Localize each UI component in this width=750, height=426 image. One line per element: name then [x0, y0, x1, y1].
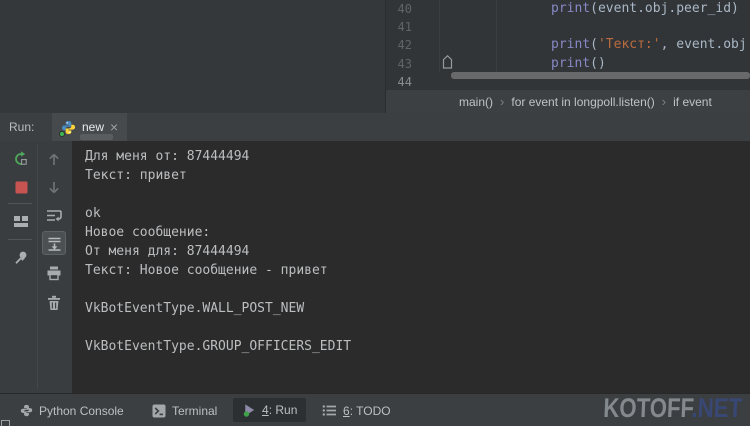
breadcrumb-item[interactable]: main(): [459, 95, 493, 109]
toolwindow-switcher-icon[interactable]: [1, 420, 10, 426]
breadcrumb-item[interactable]: for event in longpoll.listen(): [511, 95, 654, 109]
code-line[interactable]: 41: [386, 18, 750, 36]
chevron-right-icon: ›: [500, 94, 504, 109]
run-toolwindow-title: Run:: [9, 113, 34, 141]
splitter-handle[interactable]: [80, 134, 113, 140]
statusbar-label: Terminal: [172, 404, 217, 418]
indent-guide: [439, 0, 440, 72]
watermark-text-blue: .NET: [691, 393, 743, 423]
console-output-line: [85, 185, 750, 204]
indent-guide: [496, 0, 497, 72]
run-toolbar: [0, 141, 72, 393]
statusbar-python-console-button[interactable]: Python Console: [20, 394, 124, 426]
breadcrumb[interactable]: main() › for event in longpoll.listen() › if…: [386, 90, 750, 113]
line-number: 44: [386, 73, 412, 90]
restore-layout-icon[interactable]: [11, 211, 31, 231]
console-output-line: ok: [85, 204, 750, 223]
run-tab-title: new: [82, 120, 104, 134]
close-icon[interactable]: ×: [110, 120, 118, 134]
console-output-line: VkBotEventType.WALL_POST_NEW: [85, 299, 750, 318]
line-number: 42: [386, 36, 412, 54]
line-number: 43: [386, 55, 412, 73]
code-text: print(event.obj.peer_id): [412, 0, 739, 18]
statusbar-todo-button[interactable]: 6: TODO: [322, 394, 391, 426]
terminal-icon: [152, 404, 166, 418]
statusbar-run-button[interactable]: 4: Run: [233, 398, 306, 422]
line-number: 40: [386, 0, 412, 18]
editor-stack: 40print(event.obj.peer_id)4142print('Тек…: [386, 0, 750, 113]
chevron-right-icon: ›: [662, 94, 666, 109]
print-icon[interactable]: [44, 263, 64, 283]
statusbar-label: 6: TODO: [343, 404, 391, 418]
line-number: 41: [386, 18, 412, 36]
console-output-line: Текст: Новое сообщение - привет: [85, 261, 750, 280]
console-output-line: [85, 318, 750, 337]
console-output-line: Новое сообщение:: [85, 223, 750, 242]
pin-icon[interactable]: [11, 247, 31, 267]
pycharm-window: 40print(event.obj.peer_id)4142print('Тек…: [0, 0, 750, 426]
stop-icon[interactable]: [11, 177, 31, 197]
toolbar-separator: [8, 203, 32, 204]
up-arrow-icon[interactable]: [44, 149, 64, 169]
run-toolwindow-body: Для меня от: 87444494Текст: привет okНов…: [0, 141, 750, 393]
python-console-icon: [20, 404, 33, 417]
code-line[interactable]: 40print(event.obj.peer_id): [386, 0, 750, 18]
running-indicator-dot: [59, 131, 65, 137]
bookmark-icon[interactable]: [441, 54, 454, 69]
kotoff-watermark: KOTOFF.NET: [603, 393, 743, 424]
code-text: print('Текст:', event.obj: [412, 36, 747, 54]
console-output-line: Для меня от: 87444494: [85, 147, 750, 166]
todo-list-icon: [322, 404, 337, 417]
run-toolwindow-icon: [242, 403, 256, 417]
console-output-line: От меня для: 87444494: [85, 242, 750, 261]
toolbar-separator: [8, 239, 32, 240]
breadcrumb-item[interactable]: if event: [673, 95, 712, 109]
console-output-line: Текст: привет: [85, 166, 750, 185]
toolbar-divider: [37, 145, 38, 389]
down-arrow-icon[interactable]: [44, 177, 64, 197]
run-console-output[interactable]: Для меня от: 87444494Текст: привет okНов…: [72, 141, 750, 393]
clear-all-icon[interactable]: [44, 293, 64, 313]
code-text: [412, 18, 551, 36]
python-icon: [61, 120, 76, 135]
statusbar-terminal-button[interactable]: Terminal: [152, 394, 217, 426]
empty-editor-panel: [0, 0, 386, 113]
console-output-line: [85, 280, 750, 299]
statusbar-label: Python Console: [39, 404, 124, 418]
top-area: 40print(event.obj.peer_id)4142print('Тек…: [0, 0, 750, 113]
console-output-line: VkBotEventType.GROUP_OFFICERS_EDIT: [85, 337, 750, 356]
watermark-text-gray: KOTOFF: [603, 393, 692, 423]
statusbar-label: 4: Run: [262, 403, 297, 417]
editor-horizontal-scrollbar[interactable]: [451, 72, 750, 79]
scroll-to-end-icon[interactable]: [42, 231, 66, 255]
code-editor[interactable]: 40print(event.obj.peer_id)4142print('Тек…: [386, 0, 750, 90]
soft-wrap-icon[interactable]: [44, 205, 64, 225]
rerun-icon[interactable]: [11, 149, 31, 169]
code-line[interactable]: 42print('Текст:', event.obj: [386, 36, 750, 54]
